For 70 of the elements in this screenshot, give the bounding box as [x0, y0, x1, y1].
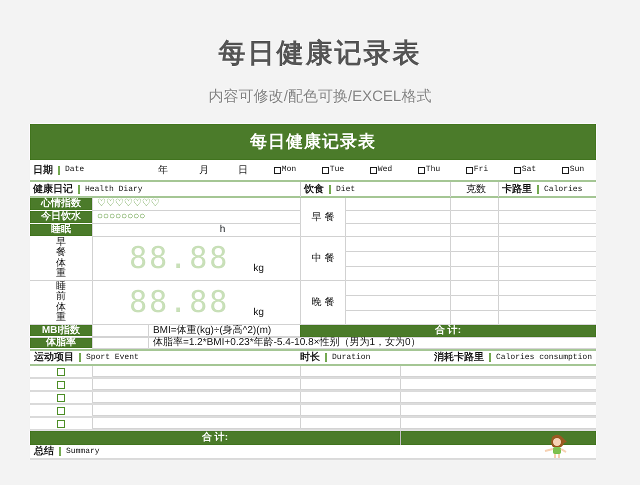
checkbox[interactable]: [514, 166, 521, 174]
unit-label: kg: [253, 262, 264, 276]
checkbox[interactable]: [322, 166, 329, 174]
sheet-title: 每日健康记录表: [30, 124, 596, 160]
day-label: 日: [237, 164, 249, 178]
checkbox[interactable]: [56, 420, 64, 428]
digit-display: 88.88: [129, 244, 230, 274]
column-header: Calories: [544, 184, 582, 196]
page-subtitle: 内容可修改/配色可换/EXCEL格式: [208, 89, 432, 104]
weekday-label: Sun: [570, 164, 584, 176]
column-header: 消耗卡路里: [434, 352, 484, 362]
formula-text: BMI=体重(kg)÷(身高^2)(m): [153, 326, 272, 336]
date-label: 日期: [33, 164, 53, 178]
weekday-label: Thu: [426, 164, 440, 176]
table-cell: [450, 211, 498, 224]
weekday-label: Fri: [474, 164, 488, 176]
unit-label: h: [220, 225, 226, 235]
row-label: MBI指数: [30, 325, 92, 337]
column-header: 卡路里: [502, 182, 532, 197]
digit-display: 88.88: [129, 288, 230, 318]
rating-icons: ♡♡♡♡♡♡♡: [97, 199, 160, 209]
checkbox[interactable]: [466, 166, 473, 174]
checkbox[interactable]: [56, 406, 64, 414]
table-cell: [450, 267, 498, 281]
table-cell: [450, 237, 498, 252]
checkbox[interactable]: [274, 166, 281, 174]
page-title: 每日健康记录表: [218, 40, 422, 67]
table-cell: [450, 296, 498, 311]
section-label: Sport Event: [86, 354, 139, 362]
table-cell: [450, 224, 498, 237]
total-label: 合 计:: [202, 433, 228, 443]
section-label: 健康日记: [33, 182, 73, 197]
checkbox[interactable]: [370, 166, 377, 174]
section-label: Summary: [66, 448, 100, 456]
meal-label: 中 餐: [312, 252, 334, 266]
table-cell: [450, 252, 498, 267]
checkbox[interactable]: [562, 166, 569, 174]
checkbox[interactable]: [418, 166, 425, 174]
column-header: Duration: [332, 354, 370, 362]
section-label: Diet: [336, 184, 356, 196]
date-label: Date: [65, 164, 84, 176]
weekday-label: Wed: [378, 164, 392, 176]
weekday-label: Tue: [330, 164, 344, 176]
total-bar: 合 计:: [300, 325, 596, 337]
table-cell: [450, 281, 498, 296]
row-label: 体脂率: [30, 338, 92, 349]
weekday-label: Sat: [522, 164, 536, 176]
row-label: 今日饮水: [30, 211, 92, 224]
rating-icons: ○○○○○○○○: [97, 212, 146, 222]
section-label: 总结: [34, 446, 54, 456]
column-header: Calories consumption: [496, 354, 592, 362]
column-header: 克数: [466, 182, 486, 197]
formula-text: 体脂率=1.2*BMI+0.23*年龄-5.4-10.8×性别（男为1，女为0）: [153, 338, 421, 348]
unit-label: kg: [253, 306, 264, 320]
section-label: 运动项目: [34, 352, 74, 362]
row-label: 睡眠: [30, 224, 92, 237]
weekday-label: Mon: [282, 164, 296, 176]
year-label: 年: [157, 164, 169, 178]
checkbox[interactable]: [56, 380, 64, 388]
row-label: 睡前体重: [56, 282, 66, 324]
month-label: 月: [198, 164, 210, 178]
row-label: 心情指数: [30, 198, 92, 211]
meal-label: 早 餐: [312, 210, 334, 224]
section-label: 饮食: [304, 182, 324, 197]
row-label: 早餐体重: [56, 238, 66, 280]
checkbox[interactable]: [56, 368, 64, 376]
column-header: 时长: [300, 352, 320, 362]
section-label: Health Diary: [85, 184, 143, 196]
meal-label: 晚 餐: [312, 296, 334, 310]
checkbox[interactable]: [56, 394, 64, 402]
